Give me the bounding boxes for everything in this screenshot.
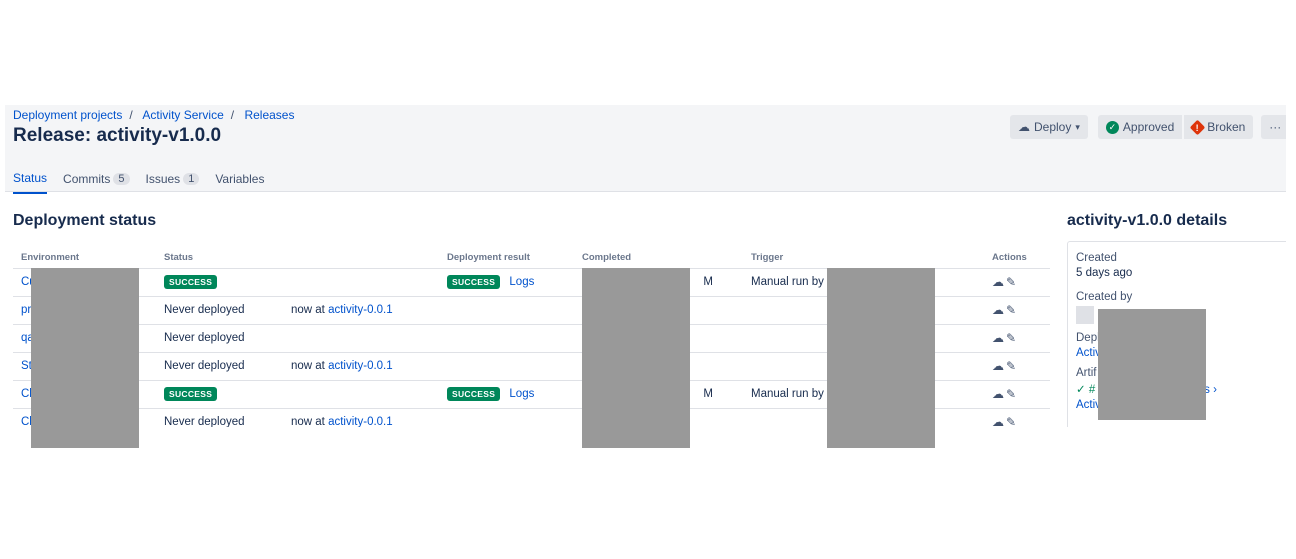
deploy-icon[interactable]: ☁ [992, 415, 1006, 427]
breadcrumb: Deployment projects / Activity Service / R… [13, 108, 295, 122]
breadcrumb-releases[interactable]: Releases [244, 108, 294, 122]
tab-variables[interactable]: Variables [215, 171, 264, 194]
avatar [1076, 306, 1094, 324]
chevron-down-icon: ▾ [1075, 121, 1080, 132]
status-badge: SUCCESS [164, 275, 218, 289]
tab-label: Commits [63, 172, 111, 186]
more-button[interactable]: ··· [1261, 115, 1286, 139]
check-circle-icon: ✓ [1076, 384, 1086, 396]
breadcrumb-deployment-projects[interactable]: Deployment projects [13, 108, 122, 122]
redaction [582, 268, 690, 448]
edit-icon[interactable]: ✎ [1006, 359, 1018, 373]
breadcrumb-activity-service[interactable]: Activity Service [142, 108, 223, 122]
check-circle-icon: ✓ [1105, 120, 1119, 134]
status-badge: SUCCESS [164, 387, 218, 401]
version-link[interactable]: activity-0.0.1 [328, 360, 393, 372]
environment-link[interactable]: pr [21, 304, 31, 316]
completed-time: M [703, 276, 713, 288]
status-text: Never deployed [164, 332, 245, 344]
deploy-button[interactable]: ☁ Deploy ▾ [1010, 115, 1088, 139]
created-value: 5 days ago [1076, 267, 1133, 279]
now-at-label: now at [291, 360, 325, 372]
version-link[interactable]: activity-0.0.1 [328, 416, 393, 427]
trigger-text: Manual run by [751, 388, 824, 400]
column-header: Completed [574, 248, 743, 269]
tab-label: Status [13, 171, 48, 185]
redaction [31, 268, 139, 448]
edit-icon[interactable]: ✎ [1006, 275, 1018, 289]
page-header: Deployment projects / Activity Service / R… [5, 105, 1286, 194]
tab-label: Issues [145, 172, 181, 186]
deploy-icon[interactable]: ☁ [992, 275, 1006, 289]
warning-icon: ! [1189, 119, 1206, 135]
column-header: Deployment result [439, 248, 574, 269]
status-text: Never deployed [164, 304, 245, 316]
edit-icon[interactable]: ✎ [1006, 331, 1018, 345]
column-header: Environment [13, 248, 156, 269]
edit-icon[interactable]: ✎ [1006, 387, 1018, 401]
edit-icon[interactable]: ✎ [1006, 415, 1018, 427]
status-text: Never deployed [164, 416, 245, 427]
tab-status[interactable]: Status [13, 171, 48, 194]
deployment-status-heading: Deployment status [13, 212, 157, 229]
trigger-text: Manual run by [751, 276, 824, 288]
created-label: Created [1076, 252, 1117, 264]
status-text: Never deployed [164, 360, 245, 372]
tab-commits[interactable]: Commits 5 [63, 171, 130, 194]
completed-time: M [703, 388, 713, 400]
deploy-icon[interactable]: ☁ [992, 359, 1006, 373]
tab-count-badge: 1 [183, 173, 200, 185]
version-link[interactable]: activity-0.0.1 [328, 304, 393, 316]
column-header: Status [156, 248, 283, 269]
result-badge: SUCCESS [447, 275, 501, 289]
details-heading: activity-v1.0.0 details [1067, 212, 1228, 229]
edit-icon[interactable]: ✎ [1006, 303, 1018, 317]
broken-button[interactable]: ! Broken [1184, 115, 1254, 139]
result-badge: SUCCESS [447, 387, 501, 401]
tab-issues[interactable]: Issues 1 [146, 171, 200, 194]
column-header [283, 248, 439, 269]
cloud-upload-icon: ☁ [1018, 120, 1030, 134]
deploy-icon[interactable]: ☁ [992, 331, 1006, 345]
logs-link[interactable]: Logs [509, 388, 534, 400]
tab-label: Variables [215, 172, 265, 186]
deploy-icon[interactable]: ☁ [992, 303, 1006, 317]
column-header: Actions [984, 248, 1050, 269]
now-at-label: now at [291, 304, 325, 316]
page-title: Release: activity-v1.0.0 [13, 125, 222, 146]
column-header: Trigger [743, 248, 984, 269]
deploy-icon[interactable]: ☁ [992, 387, 1006, 401]
redaction [1098, 309, 1206, 420]
now-at-label: now at [291, 416, 325, 427]
tab-count-badge: 5 [113, 173, 130, 185]
created-by-label: Created by [1076, 291, 1133, 303]
redaction [827, 268, 935, 448]
logs-link[interactable]: Logs [509, 276, 534, 288]
approved-button[interactable]: ✓ Approved [1097, 115, 1183, 139]
artifact-hash[interactable]: # [1089, 384, 1095, 396]
